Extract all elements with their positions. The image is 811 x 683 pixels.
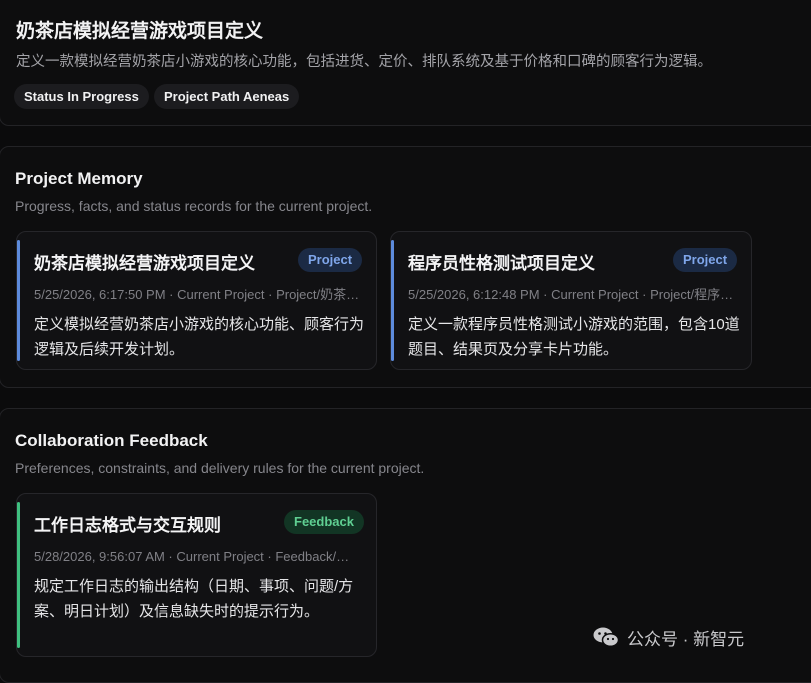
status-tag[interactable]: Status In Progress [14, 84, 149, 109]
card-body: 规定工作日志的输出结构（日期、事项、问题/方案、明日计划）及信息缺失时的提示行为… [34, 578, 354, 620]
page-title: 奶茶店模拟经营游戏项目定义 [16, 21, 264, 42]
project-memory-description: Progress, facts, and status records for … [15, 198, 373, 214]
feedback-card[interactable]: 工作日志格式与交互规则 Feedback 5/28/2026, 9:56:07 … [16, 493, 377, 657]
card-title: 奶茶店模拟经营游戏项目定义 [34, 254, 255, 273]
feedback-badge: Feedback [284, 510, 364, 534]
watermark: 公众号 · 新智元 [592, 625, 744, 649]
card-title: 程序员性格测试项目定义 [408, 254, 595, 273]
page-description: 定义一款模拟经营奶茶店小游戏的核心功能，包括进货、定价、排队系统及基于价格和口碑… [16, 54, 712, 70]
project-memory-title: Project Memory [15, 169, 143, 188]
collaboration-feedback-title: Collaboration Feedback [15, 431, 208, 450]
card-title: 工作日志格式与交互规则 [34, 516, 221, 535]
project-path-tag[interactable]: Project Path Aeneas [154, 84, 300, 109]
card-accent-bar [391, 240, 394, 361]
collaboration-feedback-description: Preferences, constraints, and delivery r… [15, 460, 425, 476]
card-accent-bar [17, 502, 20, 648]
card-meta: 5/25/2026, 6:12:48 PM · Current Project … [408, 287, 735, 302]
project-badge: Project [673, 248, 738, 272]
card-meta: 5/25/2026, 6:17:50 PM · Current Project … [34, 287, 361, 302]
memory-card[interactable]: 程序员性格测试项目定义 Project 5/25/2026, 6:12:48 P… [390, 231, 752, 370]
wechat-icon [593, 627, 620, 648]
card-accent-bar [17, 240, 20, 361]
project-badge: Project [298, 248, 363, 272]
watermark-text: 公众号 · 新智元 [627, 629, 745, 649]
card-meta: 5/28/2026, 9:56:07 AM · Current Project … [34, 549, 361, 564]
memory-card[interactable]: 奶茶店模拟经营游戏项目定义 Project 5/25/2026, 6:17:50… [16, 231, 377, 370]
card-body: 定义一款程序员性格测试小游戏的范围，包含10道题目、结果页及分享卡片功能。 [408, 316, 740, 358]
card-body: 定义模拟经营奶茶店小游戏的核心功能、顾客行为逻辑及后续开发计划。 [34, 316, 365, 358]
